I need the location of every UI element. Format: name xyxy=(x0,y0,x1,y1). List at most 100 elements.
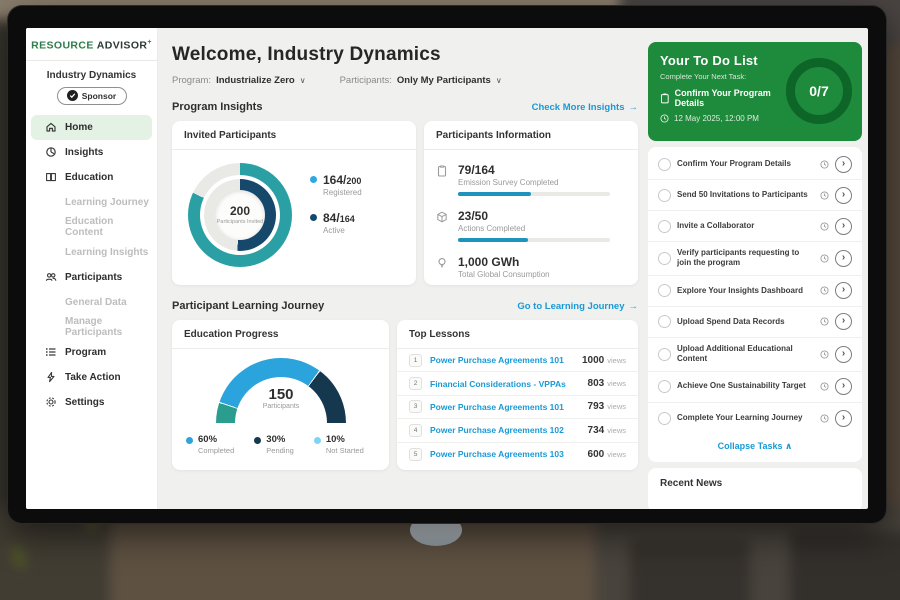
legend-item-not-started: 10% Not Started xyxy=(314,434,364,455)
todo-summary-card: Your To Do List Complete Your Next Task:… xyxy=(648,42,862,141)
sidebar-item-take-action[interactable]: Take Action xyxy=(31,365,152,390)
settings-icon xyxy=(45,396,57,408)
clock-icon xyxy=(820,414,829,423)
lesson-link[interactable]: Power Purchase Agreements 103 xyxy=(430,449,588,459)
clipboard-icon xyxy=(660,93,670,104)
org-name: Industry Dynamics xyxy=(26,70,157,81)
clock-icon xyxy=(660,114,669,123)
sponsor-badge: Sponsor xyxy=(57,87,127,105)
logo-plus: + xyxy=(147,39,152,46)
check-more-insights-link[interactable]: Check More Insights→ xyxy=(532,102,638,113)
education-icon xyxy=(45,171,57,183)
legend-dot xyxy=(310,214,317,221)
sidebar-item-education-content[interactable]: Education Content xyxy=(31,215,152,240)
clock-icon xyxy=(820,350,829,359)
chevron-right-icon: › xyxy=(842,253,845,263)
chevron-right-icon: › xyxy=(842,413,845,423)
task-row[interactable]: Achieve One Sustainability Target › xyxy=(648,372,862,403)
sidebar-item-insights[interactable]: Insights xyxy=(31,140,152,165)
sidebar: RESOURCE ADVISOR+ Industry Dynamics Spon… xyxy=(26,28,158,509)
participants-dropdown[interactable]: Participants: Only My Participants ∨ xyxy=(340,75,502,86)
task-open-button[interactable]: › xyxy=(835,282,852,299)
lesson-row[interactable]: 4 Power Purchase Agreements 102 734views xyxy=(397,419,638,442)
dashboard-screen: RESOURCE ADVISOR+ Industry Dynamics Spon… xyxy=(26,28,868,509)
lesson-link[interactable]: Power Purchase Agreements 102 xyxy=(430,425,588,435)
sidebar-item-participants[interactable]: Participants xyxy=(31,265,152,290)
go-to-learning-journey-link[interactable]: Go to Learning Journey→ xyxy=(517,301,638,312)
sidebar-item-education[interactable]: Education xyxy=(31,165,152,190)
donut-legend: 164/200 Registered 84/164 Active xyxy=(310,173,362,249)
task-open-button[interactable]: › xyxy=(835,346,852,363)
participants-icon xyxy=(45,271,57,283)
sidebar-item-learning-insights[interactable]: Learning Insights xyxy=(31,240,152,265)
clock-icon xyxy=(820,160,829,169)
task-checkbox[interactable] xyxy=(658,158,671,171)
task-checkbox[interactable] xyxy=(658,252,671,265)
nav-menu: Home Insights Education Learning Journey… xyxy=(26,115,157,415)
task-row[interactable]: Explore Your Insights Dashboard › xyxy=(648,276,862,307)
task-checkbox[interactable] xyxy=(658,315,671,328)
task-open-button[interactable]: › xyxy=(835,410,852,427)
task-row[interactable]: Invite a Collaborator › xyxy=(648,211,862,242)
sidebar-item-manage-participants[interactable]: Manage Participants xyxy=(31,315,152,340)
lesson-row[interactable]: 5 Power Purchase Agreements 103 600views xyxy=(397,443,638,466)
program-dropdown[interactable]: Program: Industrialize Zero ∨ xyxy=(172,75,306,86)
lesson-row[interactable]: 3 Power Purchase Agreements 101 793views xyxy=(397,396,638,419)
collapse-tasks-link[interactable]: Collapse Tasks ∧ xyxy=(648,434,862,460)
task-row[interactable]: Complete Your Learning Journey › xyxy=(648,403,862,434)
lesson-link[interactable]: Financial Considerations - VPPAs xyxy=(430,379,588,389)
sidebar-item-general-data[interactable]: General Data xyxy=(31,290,152,315)
program-icon xyxy=(45,346,57,358)
donut-center-label: Participants Invited xyxy=(217,219,263,226)
participants-information-card: Participants Information 79/164 Emission… xyxy=(424,121,638,285)
task-open-button[interactable]: › xyxy=(835,378,852,395)
sidebar-item-program[interactable]: Program xyxy=(31,340,152,365)
task-checkbox[interactable] xyxy=(658,284,671,297)
task-checkbox[interactable] xyxy=(658,189,671,202)
lesson-row[interactable]: 1 Power Purchase Agreements 101 1000view… xyxy=(397,349,638,372)
task-row[interactable]: Send 50 Invitations to Participants › xyxy=(648,180,862,211)
program-insights-header: Program Insights Check More Insights→ xyxy=(172,101,638,113)
chevron-right-icon: › xyxy=(842,285,845,295)
lesson-link[interactable]: Power Purchase Agreements 101 xyxy=(430,402,588,412)
invited-donut-chart: 200 Participants Invited xyxy=(188,163,292,267)
stat-emission-survey: 79/164 Emission Survey Completed xyxy=(436,163,624,196)
sidebar-item-learning-journey[interactable]: Learning Journey xyxy=(31,190,152,215)
task-row[interactable]: Confirm Your Program Details › xyxy=(648,149,862,180)
task-row[interactable]: Upload Additional Educational Content › xyxy=(648,338,862,372)
todo-progress-count: 0/7 xyxy=(809,83,828,99)
chevron-right-icon: › xyxy=(842,381,845,391)
task-open-button[interactable]: › xyxy=(835,250,852,267)
task-open-button[interactable]: › xyxy=(835,313,852,330)
chevron-right-icon: › xyxy=(842,316,845,326)
task-open-button[interactable]: › xyxy=(835,187,852,204)
chevron-right-icon: › xyxy=(842,221,845,231)
legend-dot xyxy=(186,437,193,444)
task-open-button[interactable]: › xyxy=(835,218,852,235)
arrow-right-icon: → xyxy=(629,301,639,312)
task-checkbox[interactable] xyxy=(658,348,671,361)
logo-text-advisor: ADVISOR xyxy=(97,40,148,52)
todo-next-task[interactable]: Confirm Your Program Details xyxy=(660,88,798,108)
task-checkbox[interactable] xyxy=(658,412,671,425)
task-open-button[interactable]: › xyxy=(835,156,852,173)
card-title: Invited Participants xyxy=(172,121,416,150)
chevron-down-icon: ∨ xyxy=(496,76,502,85)
task-row[interactable]: Verify participants requesting to join t… xyxy=(648,242,862,276)
progress-bar xyxy=(458,192,610,196)
lesson-row[interactable]: 2 Financial Considerations - VPPAs 803vi… xyxy=(397,372,638,395)
clock-icon xyxy=(820,382,829,391)
clock-icon xyxy=(820,254,829,263)
clock-icon xyxy=(820,286,829,295)
todo-task-list: Confirm Your Program Details › Send 50 I… xyxy=(648,147,862,462)
lesson-link[interactable]: Power Purchase Agreements 101 xyxy=(430,355,582,365)
task-row[interactable]: Upload Spend Data Records › xyxy=(648,307,862,338)
filters-bar: Program: Industrialize Zero ∨ Participan… xyxy=(172,75,648,86)
sidebar-item-settings[interactable]: Settings xyxy=(31,390,152,415)
todo-column: Your To Do List Complete Your Next Task:… xyxy=(648,42,862,509)
sponsor-label: Sponsor xyxy=(82,91,116,101)
sidebar-item-home[interactable]: Home xyxy=(31,115,152,140)
clock-icon xyxy=(820,317,829,326)
task-checkbox[interactable] xyxy=(658,380,671,393)
task-checkbox[interactable] xyxy=(658,220,671,233)
